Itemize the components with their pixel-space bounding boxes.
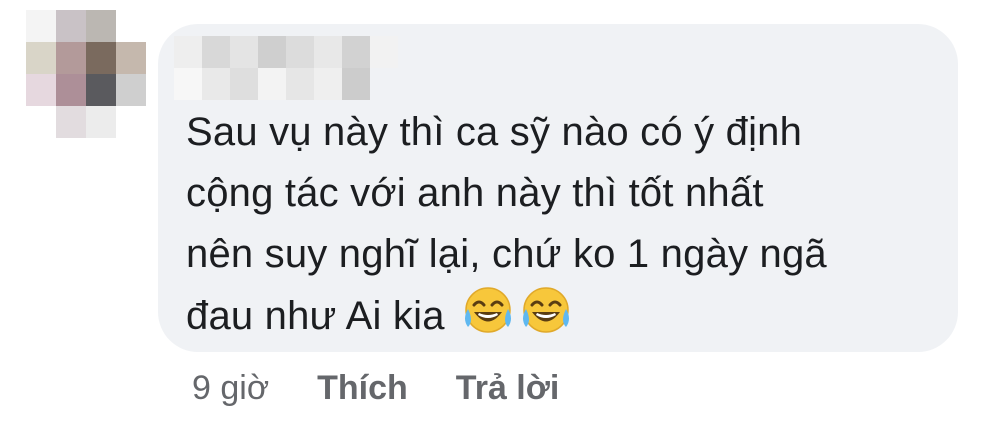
avatar-pixel [116,106,146,138]
name-blur-pixel [286,68,314,100]
comment-bubble: Sau vụ này thì ca sỹ nào có ý định cộng … [158,24,958,352]
name-blur-pixel [202,36,230,68]
name-blur-pixel [230,68,258,100]
name-blur-pixel [258,68,286,100]
name-blur-pixel [370,36,398,68]
comment-actions: 9 giờ Thích Trả lời [192,364,607,412]
comment-text: Sau vụ này thì ca sỹ nào có ý định cộng … [186,102,946,353]
name-blur-pixel [258,36,286,68]
avatar-pixel [86,10,116,42]
name-blur-pixel [202,68,230,100]
avatar[interactable] [26,10,146,138]
avatar-pixel [26,74,56,106]
name-blur-pixel [314,36,342,68]
avatar-pixel [26,42,56,74]
avatar-pixel [56,106,86,138]
avatar-pixel [26,10,56,42]
name-blur-pixel [230,36,258,68]
comment-line: Sau vụ này thì ca sỹ nào có ý định [186,110,803,154]
face-with-tears-of-joy-icon [520,285,572,353]
comment-timestamp[interactable]: 9 giờ [192,369,269,408]
avatar-pixel [116,42,146,74]
avatar-pixel [26,106,56,138]
avatar-pixel [116,74,146,106]
reply-button[interactable]: Trả lời [456,369,560,408]
comment-line: nên suy nghĩ lại, chứ ko 1 ngày ngã [186,232,827,276]
name-blur-pixel [174,68,202,100]
avatar-pixel [116,10,146,42]
name-blur-pixel [342,68,370,100]
face-with-tears-of-joy-icon [462,285,514,353]
avatar-pixel [86,106,116,138]
name-blur-pixel [342,36,370,68]
commenter-name-blurred[interactable] [174,36,404,100]
like-button[interactable]: Thích [317,369,408,408]
name-blur-pixel [286,36,314,68]
avatar-pixel [56,74,86,106]
avatar-pixel [56,10,86,42]
comment-line: đau như Ai kia [186,294,445,338]
comment-line: cộng tác với anh này thì tốt nhất [186,171,764,215]
name-blur-pixel [174,36,202,68]
avatar-pixel [86,42,116,74]
name-blur-pixel [370,68,398,100]
avatar-pixel [86,74,116,106]
avatar-pixel [56,42,86,74]
name-blur-pixel [314,68,342,100]
